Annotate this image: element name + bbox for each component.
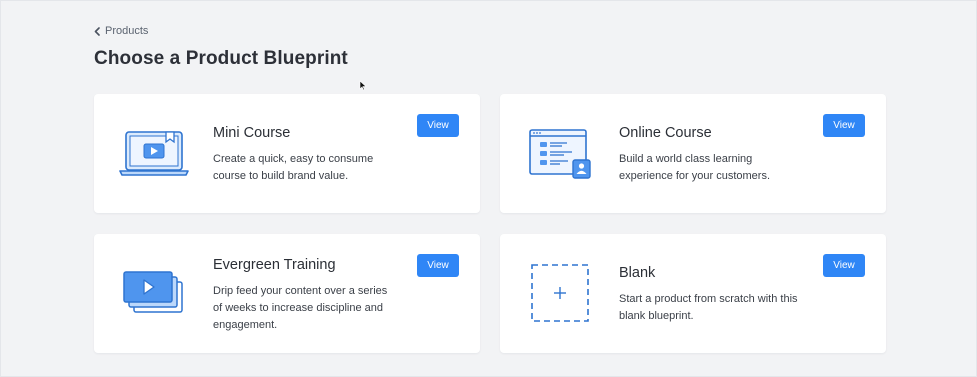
card-title: Online Course — [619, 125, 712, 141]
browser-course-icon — [522, 122, 602, 188]
card-title: Evergreen Training — [213, 257, 336, 273]
card-description: Drip feed your content over a series of … — [213, 285, 388, 331]
laptop-video-icon — [116, 122, 196, 188]
stacked-videos-icon — [116, 262, 196, 328]
card-title: Mini Course — [213, 125, 291, 141]
view-button[interactable]: View — [417, 254, 459, 277]
card-description: Build a world class learning experience … — [619, 153, 771, 182]
view-button[interactable]: View — [823, 114, 865, 137]
blueprint-card-online-course[interactable]: Online Course Build a world class learni… — [500, 94, 886, 213]
breadcrumb[interactable]: Products — [94, 24, 148, 38]
blueprint-card-blank[interactable]: Blank Start a product from scratch with … — [500, 234, 886, 353]
card-title: Blank — [619, 265, 656, 281]
mouse-cursor-icon — [359, 78, 367, 96]
card-description: Start a product from scratch with this b… — [619, 293, 798, 322]
breadcrumb-label[interactable]: Products — [105, 25, 148, 37]
dashed-plus-icon — [522, 262, 602, 328]
view-button[interactable]: View — [823, 254, 865, 277]
blueprint-card-evergreen-training[interactable]: Evergreen Training Drip feed your conten… — [94, 234, 480, 353]
blueprint-card-mini-course[interactable]: Mini Course Create a quick, easy to cons… — [94, 94, 480, 213]
view-button[interactable]: View — [417, 114, 459, 137]
page-title: Choose a Product Blueprint — [94, 48, 348, 69]
chevron-left-icon — [94, 26, 100, 36]
card-description: Create a quick, easy to consume course t… — [213, 153, 374, 182]
